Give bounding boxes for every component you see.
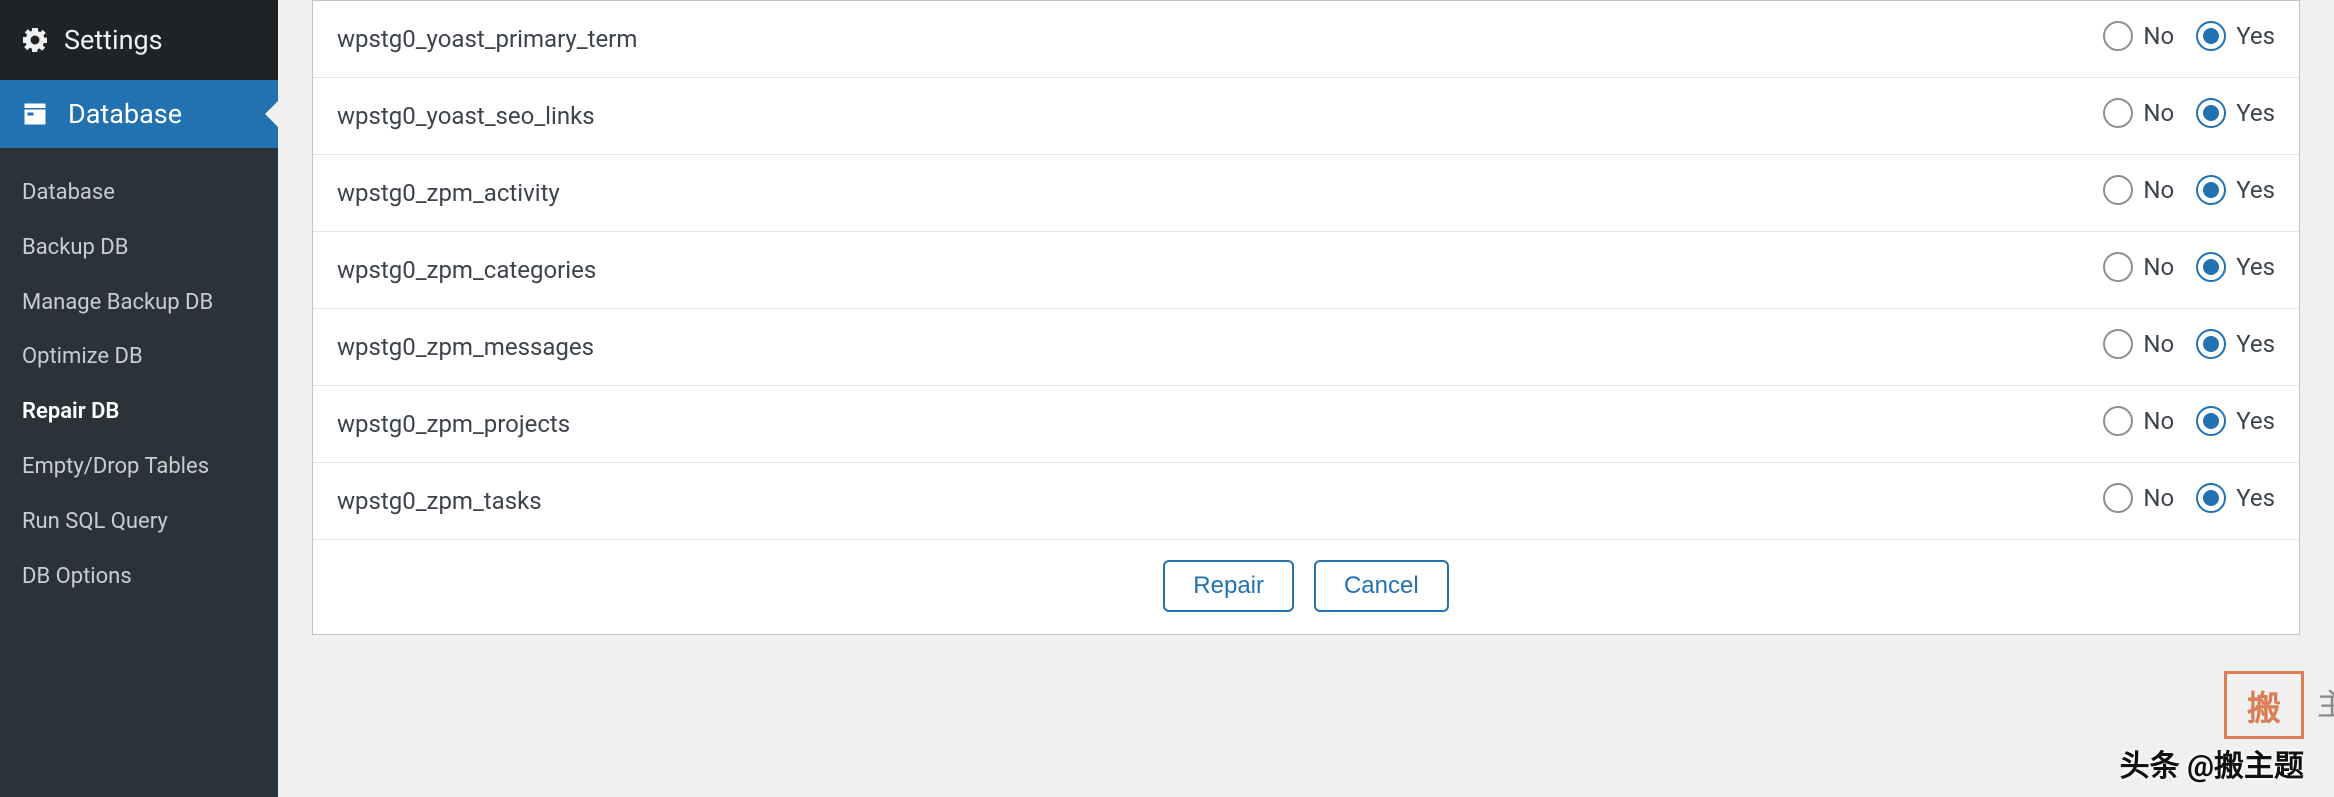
option-label-no: No (2143, 407, 2174, 435)
repair-button[interactable]: Repair (1163, 560, 1294, 612)
radio-no[interactable] (2103, 329, 2133, 359)
option-label-yes: Yes (2236, 22, 2275, 50)
option-label-yes: Yes (2236, 99, 2275, 127)
repair-db-panel: wpstg0_yoast_primary_termNoYeswpstg0_yoa… (312, 0, 2300, 635)
radio-yes[interactable] (2196, 329, 2226, 359)
radio-no[interactable] (2103, 483, 2133, 513)
option-label-yes: Yes (2236, 407, 2275, 435)
option-no[interactable]: No (2103, 329, 2174, 359)
table-options-cell: No Yes (1939, 155, 2299, 232)
main-content: wpstg0_yoast_primary_termNoYeswpstg0_yoa… (278, 0, 2334, 797)
table-name-cell: wpstg0_zpm_projects (313, 386, 1939, 463)
action-bar: Repair Cancel (313, 540, 2299, 634)
database-icon (20, 99, 50, 129)
table-options-cell: No Yes (1939, 78, 2299, 155)
sidebar-item-database[interactable]: Database (0, 80, 278, 148)
option-no[interactable]: No (2103, 483, 2174, 513)
table-name-cell: wpstg0_yoast_primary_term (313, 1, 1939, 78)
sidebar-label-database: Database (68, 98, 182, 130)
option-label-no: No (2143, 22, 2174, 50)
option-no[interactable]: No (2103, 252, 2174, 282)
watermark-byline: 头条 @搬主题 (2120, 741, 2304, 785)
tables-list: wpstg0_yoast_primary_termNoYeswpstg0_yoa… (313, 1, 2299, 540)
sidebar-subitem-database[interactable]: Database (0, 166, 278, 221)
sidebar-subitem-optimize-db[interactable]: Optimize DB (0, 330, 278, 385)
radio-no[interactable] (2103, 252, 2133, 282)
option-yes[interactable]: Yes (2196, 483, 2275, 513)
radio-yes[interactable] (2196, 406, 2226, 436)
option-label-no: No (2143, 484, 2174, 512)
radio-no[interactable] (2103, 98, 2133, 128)
table-options-cell: No Yes (1939, 232, 2299, 309)
table-name-cell: wpstg0_yoast_seo_links (313, 78, 1939, 155)
sidebar-subitem-manage-backup-db[interactable]: Manage Backup DB (0, 276, 278, 331)
sidebar-submenu: DatabaseBackup DBManage Backup DBOptimiz… (0, 148, 278, 797)
watermark-seal: 搬 (2224, 671, 2304, 739)
option-label-yes: Yes (2236, 176, 2275, 204)
radio-yes[interactable] (2196, 175, 2226, 205)
settings-icon (20, 25, 50, 55)
table-row: wpstg0_zpm_activity No Yes (313, 155, 2299, 232)
radio-yes[interactable] (2196, 98, 2226, 128)
option-label-no: No (2143, 99, 2174, 127)
table-row: wpstg0_zpm_messages No Yes (313, 309, 2299, 386)
radio-yes[interactable] (2196, 252, 2226, 282)
sidebar-subitem-run-sql-query[interactable]: Run SQL Query (0, 495, 278, 550)
watermark: 搬 头条 @搬主题 (2120, 671, 2304, 785)
sidebar-subitem-backup-db[interactable]: Backup DB (0, 221, 278, 276)
option-label-no: No (2143, 176, 2174, 204)
radio-no[interactable] (2103, 21, 2133, 51)
table-name-cell: wpstg0_zpm_activity (313, 155, 1939, 232)
option-no[interactable]: No (2103, 406, 2174, 436)
table-name-cell: wpstg0_zpm_messages (313, 309, 1939, 386)
table-options-cell: No Yes (1939, 309, 2299, 386)
option-label-yes: Yes (2236, 253, 2275, 281)
option-label-yes: Yes (2236, 484, 2275, 512)
radio-yes[interactable] (2196, 483, 2226, 513)
sidebar-label-settings: Settings (64, 24, 163, 56)
option-label-yes: Yes (2236, 330, 2275, 358)
radio-no[interactable] (2103, 406, 2133, 436)
option-label-no: No (2143, 330, 2174, 358)
sidebar-subitem-db-options[interactable]: DB Options (0, 550, 278, 605)
option-yes[interactable]: Yes (2196, 175, 2275, 205)
sidebar-subitem-repair-db[interactable]: Repair DB (0, 385, 278, 440)
option-yes[interactable]: Yes (2196, 252, 2275, 282)
radio-no[interactable] (2103, 175, 2133, 205)
radio-yes[interactable] (2196, 21, 2226, 51)
option-yes[interactable]: Yes (2196, 21, 2275, 51)
table-row: wpstg0_yoast_seo_links No Yes (313, 78, 2299, 155)
cancel-button[interactable]: Cancel (1314, 560, 1449, 612)
table-row: wpstg0_yoast_primary_term No Yes (313, 1, 2299, 78)
option-yes[interactable]: Yes (2196, 406, 2275, 436)
admin-sidebar: Settings Database DatabaseBackup DBManag… (0, 0, 278, 797)
option-no[interactable]: No (2103, 175, 2174, 205)
sidebar-item-settings[interactable]: Settings (0, 0, 278, 80)
table-row: wpstg0_zpm_tasks No Yes (313, 463, 2299, 540)
table-name-cell: wpstg0_zpm_tasks (313, 463, 1939, 540)
option-label-no: No (2143, 253, 2174, 281)
option-yes[interactable]: Yes (2196, 98, 2275, 128)
table-options-cell: No Yes (1939, 1, 2299, 78)
table-options-cell: No Yes (1939, 463, 2299, 540)
option-no[interactable]: No (2103, 21, 2174, 51)
sidebar-subitem-empty-drop-tables[interactable]: Empty/Drop Tables (0, 440, 278, 495)
option-no[interactable]: No (2103, 98, 2174, 128)
option-yes[interactable]: Yes (2196, 329, 2275, 359)
table-row: wpstg0_zpm_categories No Yes (313, 232, 2299, 309)
table-name-cell: wpstg0_zpm_categories (313, 232, 1939, 309)
table-options-cell: No Yes (1939, 386, 2299, 463)
table-row: wpstg0_zpm_projects No Yes (313, 386, 2299, 463)
